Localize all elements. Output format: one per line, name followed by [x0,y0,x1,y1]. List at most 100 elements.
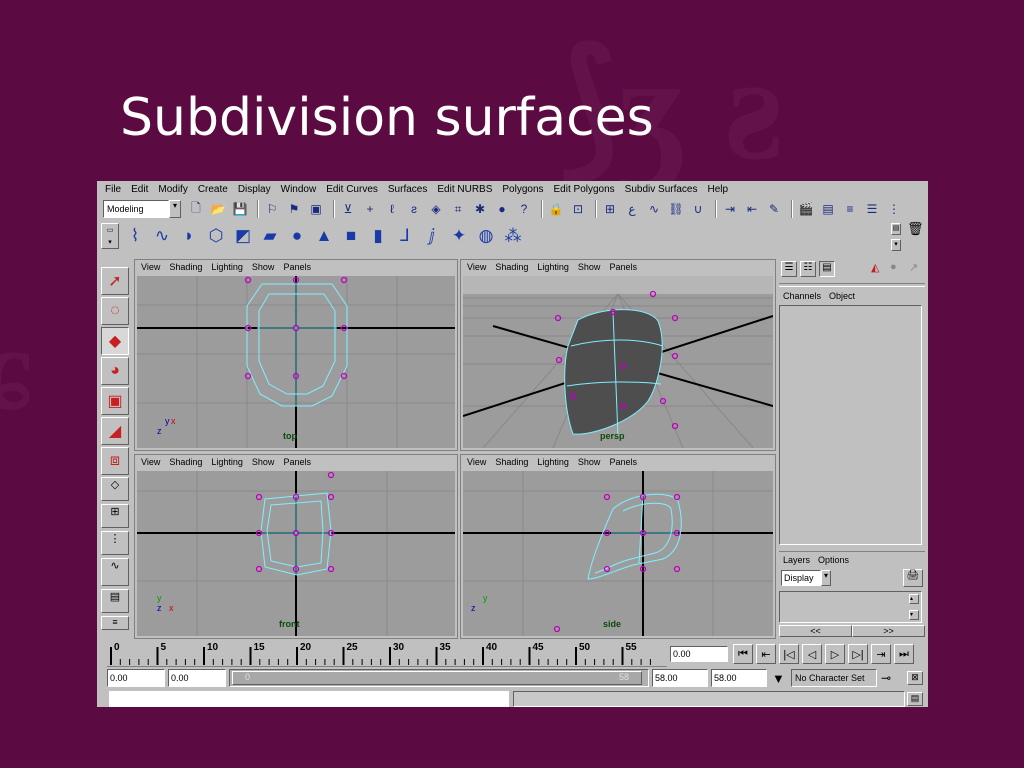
manipulator-icon[interactable]: ◢ [101,417,129,445]
step-back-frame-icon[interactable]: |◁ [779,644,799,664]
sphere-icon[interactable]: ● [285,224,309,248]
viewport-menu-item[interactable]: Lighting [537,262,569,272]
step-back-key-icon[interactable]: ⇤ [756,644,776,664]
grid-icon[interactable]: ⊞ [601,200,619,218]
layer-editor-view-icon[interactable]: ☷ [800,261,816,277]
channel-box-view-icon[interactable]: ☰ [781,261,797,277]
menu-item[interactable]: Subdiv Surfaces [625,184,698,195]
viewport-menu-item[interactable]: Lighting [537,457,569,467]
snap-pivot-icon[interactable]: ⛓ [667,200,685,218]
sphere-select-icon[interactable]: ● [493,200,511,218]
viewport-menu-item[interactable]: Panels [609,262,637,272]
render-view-icon[interactable]: 🎬 [797,200,815,218]
select-component-icon[interactable]: ▣ [307,200,325,218]
layer-dropdown-icon[interactable]: ▾ [821,570,831,586]
viewport-menu-item[interactable]: Show [252,457,275,467]
select-arrow-icon[interactable]: ➚ [101,267,129,295]
snap-view-icon[interactable]: ƨ [405,200,423,218]
channel-box-icon[interactable]: ⋮ [885,200,903,218]
menu-item[interactable]: File [105,184,121,195]
menu-item[interactable]: Edit NURBS [437,184,492,195]
mute-icon[interactable]: ● [890,261,906,277]
rotate-icon[interactable]: ◕ [101,357,129,385]
open-scene-icon[interactable]: 📂 [209,200,227,218]
viewport-menu-item[interactable]: View [141,262,160,272]
menu-item[interactable]: Edit Polygons [554,184,615,195]
snap-together-icon[interactable]: ع [623,200,641,218]
save-scene-icon[interactable]: 💾 [231,200,249,218]
command-line[interactable] [109,691,509,707]
snap-surface-icon[interactable]: ◈ [427,200,445,218]
loft-icon[interactable]: ⬡ [204,224,228,248]
go-to-end-icon[interactable]: ⏭ [894,644,914,664]
layer-scroll-down-icon[interactable]: ▾ [909,610,919,620]
new-scene-icon[interactable]: 🗋 [187,200,205,218]
step-forward-key-icon[interactable]: ⇥ [871,644,891,664]
viewport-front[interactable]: y z x front [137,471,455,636]
input-icon[interactable]: ⇥ [721,200,739,218]
viewport-menu-item[interactable]: Shading [169,457,202,467]
anim-preferences-icon[interactable]: ⊠ [907,671,923,685]
auto-key-icon[interactable]: ⊸ [881,671,891,685]
go-to-start-icon[interactable]: ⏮ [733,644,753,664]
viewport-menu-item[interactable]: View [141,457,160,467]
shelf-scroll-down-icon[interactable]: ▾ [891,239,901,251]
hypershade-layout-icon[interactable]: ▤ [101,589,129,613]
anim-start-field[interactable]: 0.00 [168,669,226,687]
snap-parts-icon[interactable]: ∿ [645,200,663,218]
cube-icon[interactable]: ■ [339,224,363,248]
viewport-menu-item[interactable]: View [467,262,486,272]
layer-prev-button[interactable]: << [779,625,852,637]
layer-next-button[interactable]: >> [852,625,925,637]
range-slider-thumb[interactable]: 0 58 [232,671,642,685]
viewport-menu-item[interactable]: Shading [495,262,528,272]
cv-curve-icon[interactable]: ⌇ [123,224,147,248]
layer-display-select[interactable]: Display [781,570,821,586]
viewport-side[interactable]: y z side [463,471,773,636]
step-forward-frame-icon[interactable]: ▷| [848,644,868,664]
graph-layout-icon[interactable]: ∿ [101,558,129,586]
joint-tool-icon[interactable]: ⅃ [393,224,417,248]
play-forwards-icon[interactable]: ▷ [825,644,845,664]
outliner-layout-icon[interactable]: ⋮ [101,531,129,555]
render-icon[interactable]: ✎ [765,200,783,218]
character-set-field[interactable]: No Character Set [791,669,877,687]
play-backwards-icon[interactable]: ◁ [802,644,822,664]
particles-icon[interactable]: ⁂ [501,224,525,248]
pin-icon[interactable]: ↗ [909,261,925,277]
anim-end-field[interactable]: 58.00 [652,669,708,687]
menu-item[interactable]: Help [708,184,729,195]
four-pane-layout-icon[interactable]: ⊞ [101,504,129,528]
last-tool-icon[interactable]: ⧈ [101,447,129,475]
viewport-menu-item[interactable]: Shading [495,457,528,467]
help-icon[interactable]: ? [515,200,533,218]
ipr-render-icon[interactable]: ▤ [819,200,837,218]
snap-grid-icon[interactable]: ⊻ [339,200,357,218]
history-icon[interactable]: ⌗ [449,200,467,218]
attribute-editor-icon[interactable]: ≡ [841,200,859,218]
channel-layer-view-icon[interactable]: ▤ [819,261,835,277]
snap-point-icon[interactable]: ℓ [383,200,401,218]
cone-icon[interactable]: ▲ [312,224,336,248]
viewport-menu-item[interactable]: Panels [609,457,637,467]
viewport-menu-item[interactable]: Show [578,457,601,467]
range-slider[interactable]: 0 58 [229,669,649,687]
viewport-menu-item[interactable]: Shading [169,262,202,272]
mode-dropdown-icon[interactable]: ▾ [169,200,181,218]
menu-item[interactable]: Modify [158,184,187,195]
viewport-menu-item[interactable]: Panels [283,262,311,272]
layers-tab[interactable]: Layers [783,555,810,565]
new-layer-icon[interactable]: 🖨 [903,569,923,587]
viewport-menu-item[interactable]: Show [578,262,601,272]
mode-select[interactable]: Modeling [103,200,169,218]
snap-curve-icon[interactable]: + [361,200,379,218]
viewport-persp[interactable]: persp [463,276,773,448]
lasso-icon[interactable]: ◌ [101,297,129,325]
lock-icon[interactable]: 🔒 [547,200,565,218]
revolve-icon[interactable]: ◗ [177,224,201,248]
camera-icon[interactable]: ◍ [474,224,498,248]
start-time-field[interactable]: 0.00 [107,669,165,687]
shelf-scroll-icon[interactable]: ▤ [891,223,901,235]
extrude-icon[interactable]: ◩ [231,224,255,248]
viewport-menu-item[interactable]: Lighting [211,262,243,272]
